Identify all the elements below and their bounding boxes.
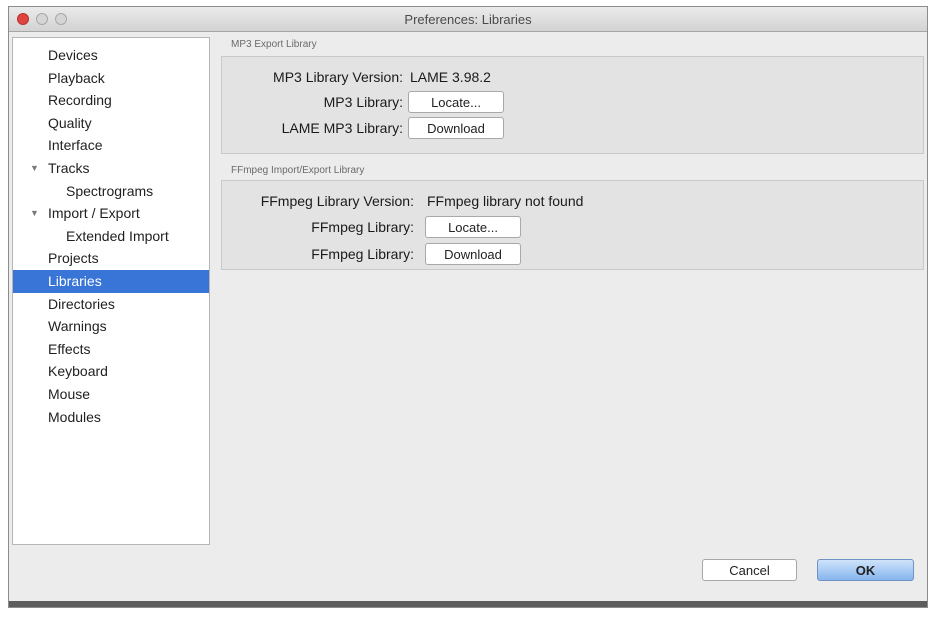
sidebar-item-label: Projects xyxy=(48,250,99,267)
mp3-library-label: MP3 Library: xyxy=(323,94,403,110)
lame-download-button[interactable]: Download xyxy=(408,117,504,139)
sidebar-item-label: Directories xyxy=(48,295,115,312)
sidebar-item-label: Modules xyxy=(48,408,101,425)
lame-library-label: LAME MP3 Library: xyxy=(281,120,403,136)
disclosure-triangle-icon[interactable]: ▼ xyxy=(30,157,39,179)
sidebar-item-recording[interactable]: Recording xyxy=(13,89,209,112)
sidebar-item-import-export[interactable]: ▼ Import / Export xyxy=(13,202,209,225)
ffmpeg-version-value: FFmpeg library not found xyxy=(427,193,584,209)
preferences-sidebar: Devices Playback Recording Quality Inter… xyxy=(12,37,210,545)
ffmpeg-locate-button[interactable]: Locate... xyxy=(425,216,521,238)
ok-button[interactable]: OK xyxy=(817,559,914,581)
sidebar-item-label: Extended Import xyxy=(66,227,169,244)
mp3-export-group: MP3 Library Version: LAME 3.98.2 MP3 Lib… xyxy=(221,56,924,154)
sidebar-item-projects[interactable]: Projects xyxy=(13,247,209,270)
mp3-locate-button[interactable]: Locate... xyxy=(408,91,504,113)
sidebar-item-modules[interactable]: Modules xyxy=(13,406,209,429)
ffmpeg-download-button[interactable]: Download xyxy=(425,243,521,265)
mp3-version-value: LAME 3.98.2 xyxy=(410,69,491,85)
mp3-version-label: MP3 Library Version: xyxy=(273,69,403,85)
sidebar-item-effects[interactable]: Effects xyxy=(13,338,209,361)
sidebar-item-label: Quality xyxy=(48,114,92,131)
sidebar-item-label: Spectrograms xyxy=(66,182,154,199)
disclosure-triangle-icon[interactable]: ▼ xyxy=(30,202,39,224)
sidebar-item-keyboard[interactable]: Keyboard xyxy=(13,360,209,383)
sidebar-item-quality[interactable]: Quality xyxy=(13,112,209,135)
ffmpeg-library2-label: FFmpeg Library: xyxy=(311,246,414,262)
mp3-group-title: MP3 Export Library xyxy=(231,39,317,50)
window-bottom-edge xyxy=(9,601,927,607)
window-title: Preferences: Libraries xyxy=(404,12,532,27)
sidebar-item-label: Libraries xyxy=(48,272,102,289)
preferences-window: Preferences: Libraries Devices Playback … xyxy=(8,6,928,608)
ffmpeg-version-label: FFmpeg Library Version: xyxy=(260,193,414,209)
ffmpeg-group: FFmpeg Library Version: FFmpeg library n… xyxy=(221,180,924,270)
sidebar-item-label: Effects xyxy=(48,340,91,357)
sidebar-item-mouse[interactable]: Mouse xyxy=(13,383,209,406)
sidebar-item-label: Playback xyxy=(48,69,105,86)
sidebar-item-label: Import / Export xyxy=(48,205,140,222)
sidebar-item-tracks[interactable]: ▼ Tracks xyxy=(13,157,209,180)
sidebar-item-spectrograms[interactable]: Spectrograms xyxy=(13,180,209,203)
sidebar-item-playback[interactable]: Playback xyxy=(13,67,209,90)
title-bar[interactable]: Preferences: Libraries xyxy=(9,7,927,32)
sidebar-item-directories[interactable]: Directories xyxy=(13,293,209,316)
sidebar-item-label: Interface xyxy=(48,137,103,154)
sidebar-item-label: Tracks xyxy=(48,159,90,176)
sidebar-item-libraries[interactable]: Libraries xyxy=(13,269,209,293)
sidebar-item-warnings[interactable]: Warnings xyxy=(13,315,209,338)
sidebar-item-label: Devices xyxy=(48,47,98,63)
ffmpeg-library-label: FFmpeg Library: xyxy=(311,219,414,235)
sidebar-item-label: Warnings xyxy=(48,318,107,335)
cancel-button[interactable]: Cancel xyxy=(702,559,797,581)
sidebar-item-label: Recording xyxy=(48,92,112,109)
sidebar-item-label: Mouse xyxy=(48,385,91,402)
sidebar-item-label: Keyboard xyxy=(48,363,108,380)
sidebar-item-extended-import[interactable]: Extended Import xyxy=(13,225,209,248)
sidebar-item-interface[interactable]: Interface xyxy=(13,134,209,157)
ffmpeg-group-title: FFmpeg Import/Export Library xyxy=(231,165,365,176)
sidebar-item-devices[interactable]: Devices xyxy=(13,44,209,67)
